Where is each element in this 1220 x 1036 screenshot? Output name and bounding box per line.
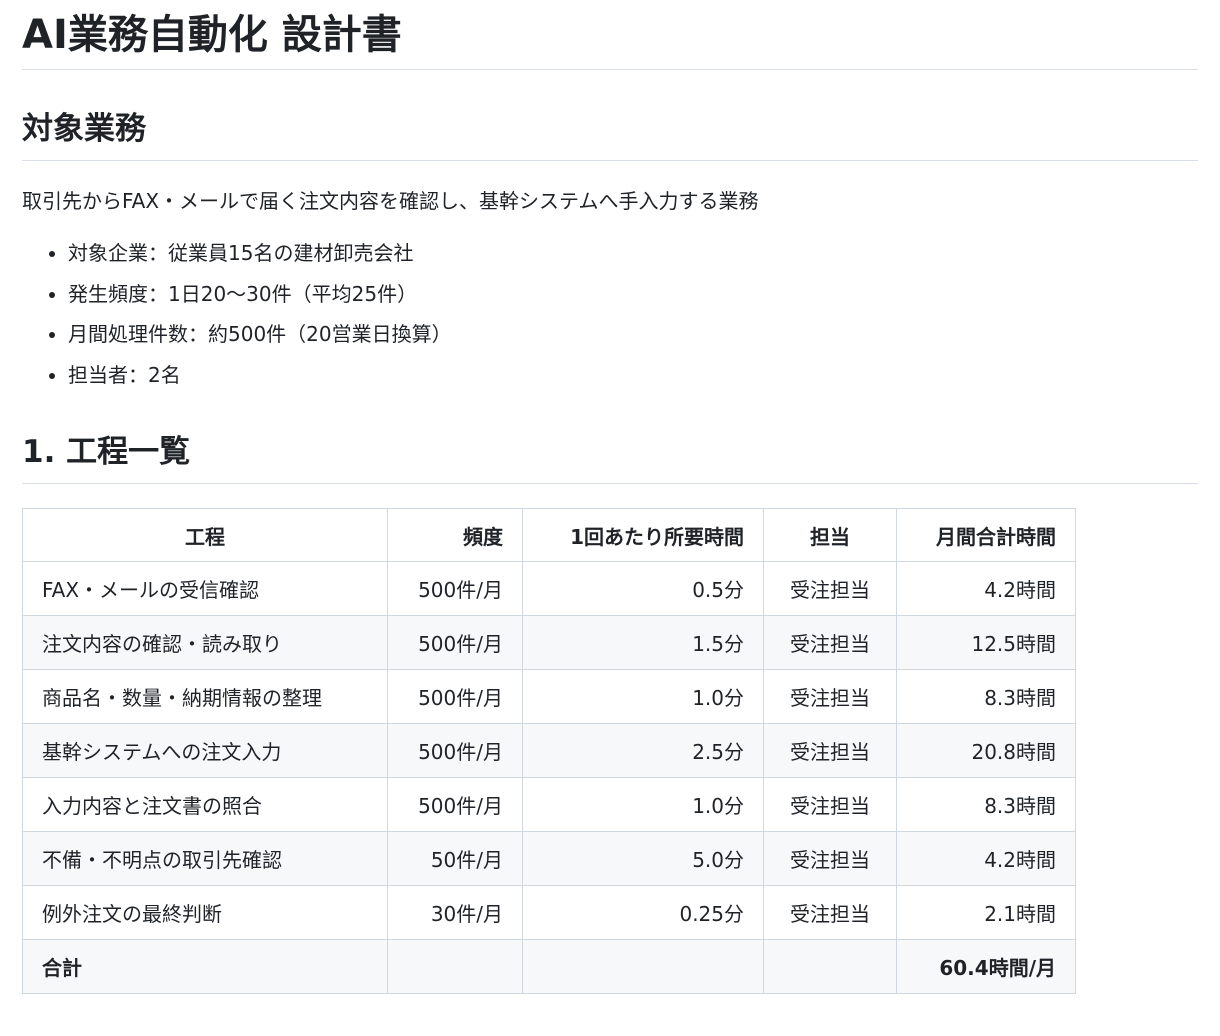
cell-owner: 受注担当 [763, 615, 897, 670]
cell-step: 注文内容の確認・読み取り [22, 615, 388, 670]
cell-step: 例外注文の最終判断 [22, 885, 388, 940]
table-total-row: 合計 60.4時間/月 [22, 939, 1076, 994]
cell-time: 5.0分 [522, 831, 764, 886]
section-heading-target: 対象業務 [22, 104, 1198, 161]
cell-time: 2.5分 [522, 723, 764, 778]
header-step: 工程 [22, 508, 388, 562]
cell-owner: 受注担当 [763, 777, 897, 832]
target-description: 取引先からFAX・メールで届く注文内容を確認し、基幹システムへ手入力する業務 [22, 189, 759, 213]
table-row: 不備・不明点の取引先確認 50件/月 5.0分 受注担当 4.2時間 [22, 831, 1076, 886]
table-row: 基幹システムへの注文入力 500件/月 2.5分 受注担当 20.8時間 [22, 723, 1076, 778]
cell-owner: 受注担当 [763, 561, 897, 616]
header-owner: 担当 [763, 508, 897, 562]
cell-total: 4.2時間 [896, 831, 1076, 886]
cell-empty [522, 939, 764, 994]
cell-step: 入力内容と注文書の照合 [22, 777, 388, 832]
cell-total: 12.5時間 [896, 615, 1076, 670]
document-page: AI業務自動化 設計書 対象業務 取引先からFAX・メールで届く注文内容を確認し… [0, 0, 1198, 994]
cell-total: 2.1時間 [896, 885, 1076, 940]
cell-total: 8.3時間 [896, 669, 1076, 724]
cell-owner: 受注担当 [763, 831, 897, 886]
list-item: 月間処理件数：約500件（20営業日換算） [68, 314, 1198, 355]
cell-total: 4.2時間 [896, 561, 1076, 616]
cell-total-label: 合計 [22, 939, 388, 994]
table-header-row: 工程 頻度 1回あたり所要時間 担当 月間合計時間 [22, 508, 1076, 562]
cell-frequency: 500件/月 [387, 723, 523, 778]
process-table: 工程 頻度 1回あたり所要時間 担当 月間合計時間 FAX・メールの受信確認 5… [22, 508, 1076, 994]
table-row: 入力内容と注文書の照合 500件/月 1.0分 受注担当 8.3時間 [22, 777, 1076, 832]
table-row: 例外注文の最終判断 30件/月 0.25分 受注担当 2.1時間 [22, 885, 1076, 940]
list-item: 担当者：2名 [68, 355, 1198, 396]
header-monthly-total: 月間合計時間 [896, 508, 1076, 562]
table-row: FAX・メールの受信確認 500件/月 0.5分 受注担当 4.2時間 [22, 561, 1076, 616]
cell-time: 0.25分 [522, 885, 764, 940]
document-title: AI業務自動化 設計書 [22, 0, 1198, 70]
cell-owner: 受注担当 [763, 885, 897, 940]
cell-owner: 受注担当 [763, 669, 897, 724]
cell-step: 基幹システムへの注文入力 [22, 723, 388, 778]
cell-owner: 受注担当 [763, 723, 897, 778]
header-frequency: 頻度 [387, 508, 523, 562]
cell-total: 20.8時間 [896, 723, 1076, 778]
cell-frequency: 500件/月 [387, 561, 523, 616]
cell-time: 1.5分 [522, 615, 764, 670]
list-item: 発生頻度：1日20〜30件（平均25件） [68, 274, 1198, 315]
cell-step: FAX・メールの受信確認 [22, 561, 388, 616]
cell-step: 不備・不明点の取引先確認 [22, 831, 388, 886]
cell-time: 1.0分 [522, 669, 764, 724]
target-facts-list: 対象企業：従業員15名の建材卸売会社 発生頻度：1日20〜30件（平均25件） … [22, 233, 1198, 395]
header-time-per-task: 1回あたり所要時間 [522, 508, 764, 562]
table-row: 注文内容の確認・読み取り 500件/月 1.5分 受注担当 12.5時間 [22, 615, 1076, 670]
cell-frequency: 500件/月 [387, 777, 523, 832]
cell-total: 8.3時間 [896, 777, 1076, 832]
cell-time: 1.0分 [522, 777, 764, 832]
list-item: 対象企業：従業員15名の建材卸売会社 [68, 233, 1198, 274]
cell-frequency: 500件/月 [387, 615, 523, 670]
cell-frequency: 30件/月 [387, 885, 523, 940]
cell-frequency: 500件/月 [387, 669, 523, 724]
cell-time: 0.5分 [522, 561, 764, 616]
cell-grand-total: 60.4時間/月 [896, 939, 1076, 994]
cell-frequency: 50件/月 [387, 831, 523, 886]
cell-step: 商品名・数量・納期情報の整理 [22, 669, 388, 724]
table-row: 商品名・数量・納期情報の整理 500件/月 1.0分 受注担当 8.3時間 [22, 669, 1076, 724]
section-heading-process: 1. 工程一覧 [22, 427, 1198, 484]
cell-empty [387, 939, 523, 994]
cell-empty [763, 939, 897, 994]
